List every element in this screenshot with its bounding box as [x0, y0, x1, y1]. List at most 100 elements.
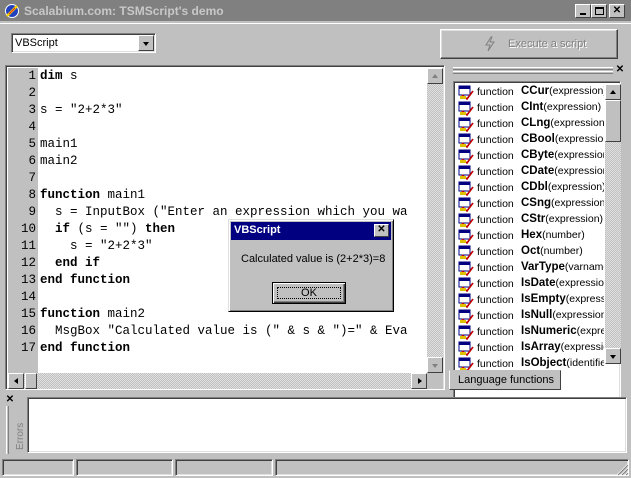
code-line[interactable]: function main2 — [40, 307, 145, 321]
arrow-down-icon — [610, 355, 616, 359]
function-keyword: function — [477, 182, 514, 194]
arrow-up-icon — [432, 74, 438, 78]
function-name: IsNull — [521, 309, 553, 321]
function-icon — [458, 341, 474, 356]
function-icon — [458, 133, 474, 148]
scroll-left-button[interactable] — [8, 373, 24, 389]
function-name: IsEmpty — [521, 293, 566, 305]
scroll-up-button[interactable] — [605, 84, 621, 100]
arrow-down-icon — [432, 364, 438, 368]
function-icon — [458, 165, 474, 180]
code-line[interactable]: main1 — [40, 137, 78, 151]
dialog-close-button[interactable]: ✕ — [374, 224, 389, 237]
minimize-button[interactable] — [575, 4, 591, 18]
resize-grip-icon[interactable] — [616, 463, 629, 476]
language-select[interactable]: VBScript — [11, 33, 156, 53]
close-icon: ✕ — [615, 64, 625, 75]
function-signature: IsArray(expression) — [521, 341, 604, 353]
tab-language-functions[interactable]: Language functions — [449, 370, 561, 390]
errors-close-button[interactable]: ✕ — [5, 395, 15, 405]
maximize-button[interactable] — [591, 4, 607, 18]
function-name: Hex — [521, 229, 543, 241]
scroll-down-button[interactable] — [427, 357, 443, 373]
code-line[interactable]: end function — [40, 273, 130, 287]
function-keyword: function — [477, 86, 514, 98]
line-number: 4 — [28, 120, 36, 134]
panel-close-button[interactable]: ✕ — [615, 65, 625, 75]
horizontal-scroll-thumb[interactable] — [25, 373, 37, 389]
function-signature: VarType(varname) — [521, 261, 604, 273]
close-icon: ✕ — [5, 394, 15, 405]
function-icon — [458, 117, 474, 132]
errors-output[interactable] — [27, 397, 627, 453]
status-bar — [0, 456, 631, 478]
scroll-up-button[interactable] — [427, 68, 443, 84]
message-dialog: VBScript ✕ Calculated value is (2+2*3)=8… — [228, 219, 394, 312]
code-line[interactable]: MsgBox "Calculated value is (" & s & ")=… — [40, 324, 408, 338]
code-text: s — [62, 69, 78, 83]
function-keyword: function — [477, 342, 514, 354]
code-line[interactable]: s = "2+2*3" — [40, 103, 123, 117]
function-name: CDbl — [521, 181, 548, 193]
close-button[interactable]: ✕ — [609, 4, 625, 18]
scroll-down-button[interactable] — [605, 348, 621, 364]
close-icon: ✕ — [377, 224, 386, 235]
function-name: IsDate — [521, 277, 556, 289]
function-signature: IsNull(expression) — [521, 309, 604, 321]
function-icon — [458, 85, 474, 100]
code-line[interactable]: function main1 — [40, 188, 145, 202]
code-line[interactable]: end function — [40, 341, 130, 355]
language-dropdown-button[interactable] — [138, 35, 154, 51]
functions-panel: ✕ function CCur(expression) function CInt(e… — [449, 65, 627, 433]
code-text: main1 — [100, 188, 146, 202]
function-params: (expression) — [547, 181, 604, 193]
ok-button-label: OK — [301, 287, 317, 299]
execute-script-button[interactable]: Execute a script — [440, 29, 618, 59]
code-keyword: dim — [40, 69, 63, 83]
function-icon — [458, 181, 474, 196]
language-select-value: VBScript — [15, 37, 58, 49]
code-text: main2 — [100, 307, 146, 321]
functions-scroll-thumb[interactable] — [605, 100, 621, 142]
code-line[interactable]: main2 — [40, 154, 78, 168]
function-name: VarType — [521, 261, 565, 273]
function-signature: CDbl(expression) — [521, 181, 604, 193]
function-icon — [458, 293, 474, 308]
scroll-right-button[interactable] — [411, 373, 427, 389]
function-params: (expression) — [549, 85, 604, 97]
scrollbar-corner — [427, 373, 443, 389]
function-keyword: function — [477, 246, 514, 258]
function-params: (expression) — [545, 213, 604, 225]
function-signature: CByte(expression) — [521, 149, 604, 161]
functions-vertical-scrollbar[interactable] — [605, 84, 621, 364]
window-title: Scalabium.com: TSMScript's demo — [24, 4, 224, 18]
dialog-message: Calculated value is (2+2*3)=8 — [241, 253, 386, 265]
dialog-title: VBScript — [234, 224, 281, 236]
code-text: main2 — [40, 154, 78, 168]
function-keyword: function — [477, 310, 514, 322]
editor-vertical-scrollbar[interactable] — [427, 68, 443, 373]
code-line[interactable]: s = InputBox ("Enter an expression which… — [40, 205, 408, 219]
code-keyword: function — [40, 188, 101, 202]
code-line[interactable]: if (s = "") then — [40, 222, 175, 236]
ok-button[interactable]: OK — [272, 282, 346, 304]
function-name: CByte — [521, 149, 555, 161]
code-line[interactable]: dim s — [40, 69, 78, 83]
function-params: (expression) — [576, 325, 604, 337]
editor-horizontal-scrollbar[interactable] — [8, 373, 427, 389]
code-line[interactable]: end if — [40, 256, 100, 270]
function-name: CBool — [521, 133, 555, 145]
code-line[interactable]: s = "2+2*3" — [40, 239, 153, 253]
function-signature: IsNumeric(expression) — [521, 325, 604, 337]
function-params: (expression) — [555, 277, 604, 289]
lightning-icon — [485, 36, 495, 52]
code-keyword: end function — [40, 341, 131, 355]
function-signature: IsEmpty(expression) — [521, 293, 604, 305]
function-name: CLng — [521, 117, 551, 129]
line-number: 1 — [28, 69, 36, 83]
line-number: 5 — [28, 137, 36, 151]
toolbar: VBScript Execute a script — [0, 23, 631, 63]
code-keyword: if — [55, 222, 71, 236]
function-params: (expression) — [550, 117, 604, 129]
